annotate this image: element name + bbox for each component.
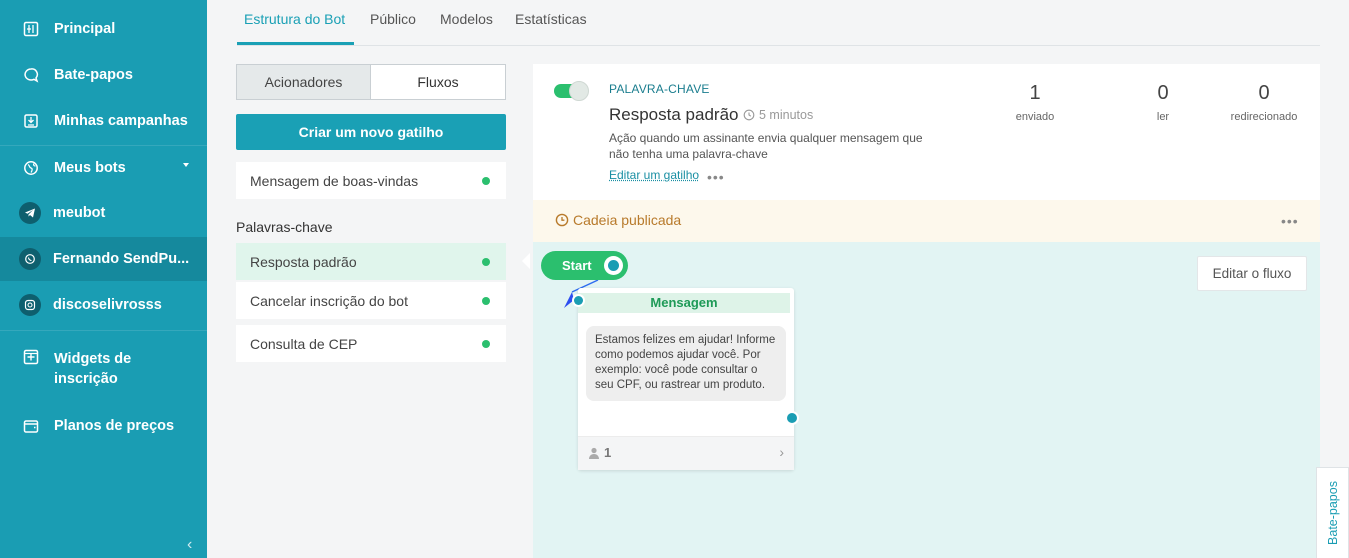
- status-dot: [482, 297, 490, 305]
- sidebar-item-fernando[interactable]: Fernando SendPu...: [0, 237, 207, 281]
- published-text: Cadeia publicada: [573, 212, 682, 228]
- sidebar-item-principal[interactable]: Principal: [0, 7, 207, 51]
- stat-label: enviado: [1015, 111, 1055, 123]
- dashboard-icon: [22, 20, 40, 38]
- tab-estatisticas[interactable]: Estatísticas: [515, 11, 587, 27]
- selection-pointer: [522, 253, 530, 269]
- trigger-label: Mensagem de boas-vindas: [250, 172, 419, 189]
- trigger-type-label: PALAVRA-CHAVE: [609, 82, 710, 96]
- sidebar-item-label: Bate-papos: [54, 67, 133, 83]
- chevron-right-icon[interactable]: ›: [779, 444, 784, 460]
- globe-icon: [22, 159, 40, 177]
- stat-label: redirecionado: [1230, 111, 1298, 123]
- sidebar-item-discoselivrosss[interactable]: discoselivrosss: [0, 283, 207, 327]
- start-node-label: Start: [562, 258, 592, 273]
- edit-trigger-link[interactable]: Editar um gatilho: [609, 168, 699, 182]
- sidebar-item-label: Planos de preços: [54, 418, 175, 434]
- wallet-icon: [22, 417, 40, 435]
- sidebar-item-planos[interactable]: Planos de preços: [0, 404, 207, 448]
- sidebar-item-label: discoselivrosss: [53, 297, 162, 313]
- tab-publico[interactable]: Público: [370, 11, 416, 27]
- message-node[interactable]: Mensagem Estamos felizes em ajudar! Info…: [578, 288, 794, 470]
- start-node[interactable]: Start: [541, 251, 628, 280]
- create-trigger-button[interactable]: Criar um novo gatilho: [236, 114, 506, 150]
- sidebar-divider: [0, 330, 207, 331]
- trigger-toggle[interactable]: [554, 81, 589, 101]
- trigger-cancelar-inscricao[interactable]: Cancelar inscrição do bot: [236, 282, 506, 319]
- trigger-consulta-cep[interactable]: Consulta de CEP: [236, 325, 506, 362]
- segment-acionadores[interactable]: Acionadores: [236, 64, 371, 100]
- chevron-left-icon[interactable]: ‹: [187, 536, 192, 554]
- message-output-port[interactable]: [785, 411, 799, 425]
- message-node-title: Mensagem: [578, 293, 790, 313]
- sidebar-item-label: Meus bots: [54, 160, 126, 176]
- stat-value: 1: [1029, 82, 1041, 104]
- trigger-description: Ação quando um assinante envia qualquer …: [609, 131, 923, 161]
- sidebar-item-bate-papos[interactable]: Bate-papos: [0, 53, 207, 97]
- status-dot: [482, 258, 490, 266]
- message-bubble: Estamos felizes em ajudar! Informe como …: [586, 326, 786, 401]
- published-banner: Cadeia publicada •••: [533, 200, 1320, 242]
- sidebar: Principal Bate-papos Minhas campanhas Me…: [0, 0, 207, 558]
- start-output-port[interactable]: [604, 256, 623, 275]
- sidebar-item-label: Minhas campanhas: [54, 113, 188, 129]
- history-icon: [743, 109, 755, 121]
- instagram-icon: [19, 294, 41, 316]
- trigger-label: Resposta padrão: [250, 253, 357, 270]
- message-count-value: 1: [604, 445, 612, 460]
- user-icon: [589, 447, 599, 459]
- trigger-title: Resposta padrão: [609, 105, 739, 124]
- campaign-icon: [22, 112, 40, 130]
- sidebar-item-label: meubot: [53, 205, 106, 221]
- message-input-port[interactable]: [572, 294, 585, 307]
- telegram-icon: [19, 202, 41, 224]
- trigger-resposta-padrao[interactable]: Resposta padrão: [236, 243, 506, 280]
- stat-redirecionado: 0 redirecionado: [1191, 82, 1337, 123]
- stat-value: 0: [1258, 82, 1270, 104]
- trigger-label: Cancelar inscrição do bot: [250, 292, 408, 309]
- sidebar-item-campanhas[interactable]: Minhas campanhas: [0, 99, 207, 143]
- sidebar-item-label: Fernando SendPu...: [53, 251, 190, 267]
- message-node-footer: 1 ›: [578, 436, 794, 470]
- edit-flow-button[interactable]: Editar o fluxo: [1197, 256, 1307, 291]
- keywords-section-title: Palavras-chave: [236, 219, 333, 235]
- trigger-time: 5 minutos: [743, 108, 813, 122]
- tab-estrutura[interactable]: Estrutura do Bot: [244, 11, 345, 27]
- sidebar-item-meubot[interactable]: meubot: [0, 191, 207, 235]
- more-options-icon[interactable]: •••: [1281, 213, 1299, 229]
- chat-side-tab[interactable]: Bate-papos: [1316, 467, 1349, 558]
- top-tabs: Estrutura do Bot Público Modelos Estatís…: [237, 0, 1320, 46]
- published-status: Cadeia publicada: [555, 212, 681, 228]
- active-tab-indicator: [237, 42, 354, 45]
- clock-icon: [555, 213, 569, 227]
- trigger-detail-card: PALAVRA-CHAVE Resposta padrão 5 minutos …: [533, 64, 1320, 200]
- sidebar-item-meus-bots[interactable]: Meus bots: [0, 146, 207, 190]
- chat-bubble-icon: [22, 66, 40, 84]
- trigger-time-text: 5 minutos: [759, 108, 814, 122]
- sidebar-item-label: Principal: [54, 21, 116, 37]
- chat-side-tab-label: Bate-papos: [1325, 481, 1340, 545]
- whatsapp-icon: [19, 248, 41, 270]
- tab-modelos[interactable]: Modelos: [440, 11, 493, 27]
- segment-fluxos[interactable]: Fluxos: [370, 64, 506, 100]
- sidebar-item-widgets[interactable]: Widgets de inscrição: [0, 346, 207, 396]
- widget-icon: [22, 348, 40, 366]
- status-dot: [482, 340, 490, 348]
- status-dot: [482, 177, 490, 185]
- chevron-down-icon[interactable]: [183, 163, 189, 167]
- sidebar-item-label: Widgets de inscrição: [54, 351, 132, 387]
- more-options-icon[interactable]: •••: [707, 169, 725, 185]
- message-node-count: 1: [588, 445, 611, 460]
- trigger-welcome-message[interactable]: Mensagem de boas-vindas: [236, 162, 506, 199]
- trigger-label: Consulta de CEP: [250, 335, 358, 352]
- stat-enviado: 1 enviado: [985, 82, 1085, 123]
